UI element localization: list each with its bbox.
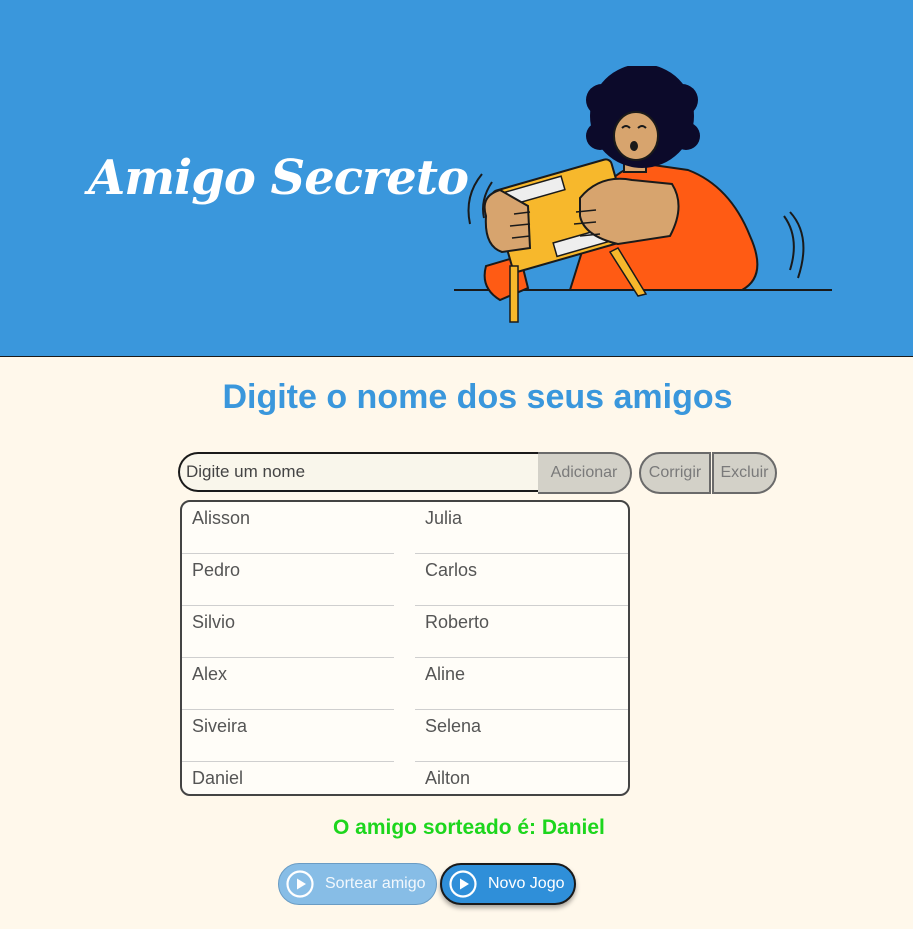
friends-list: Alisson Julia Pedro Carlos Silvio Robert…: [180, 500, 630, 796]
play-circle-icon: [449, 870, 477, 898]
friend-item[interactable]: Julia: [415, 502, 628, 554]
friend-item[interactable]: Silvio: [182, 606, 394, 658]
friend-item[interactable]: Siveira: [182, 710, 394, 762]
friend-item[interactable]: Selena: [415, 710, 628, 762]
friend-item[interactable]: Aline: [415, 658, 628, 710]
draw-result: O amigo sorteado é: Daniel: [333, 816, 605, 839]
fix-button[interactable]: Corrigir: [639, 452, 711, 494]
friend-item[interactable]: Alisson: [182, 502, 394, 554]
draw-friend-label: Sortear amigo: [325, 875, 426, 892]
friend-item[interactable]: Alex: [182, 658, 394, 710]
app-title: Amigo Secreto: [88, 150, 469, 206]
friend-item[interactable]: Daniel: [182, 762, 394, 794]
new-game-label: Novo Jogo: [488, 875, 565, 892]
name-input[interactable]: [178, 452, 538, 492]
play-circle-icon: [286, 870, 314, 898]
page-subtitle: Digite o nome dos seus amigos: [222, 378, 733, 416]
friend-item[interactable]: Ailton: [415, 762, 627, 794]
new-game-button[interactable]: Novo Jogo: [440, 863, 576, 905]
person-with-gift-illustration: [454, 66, 832, 323]
header-banner: Amigo Secreto: [0, 0, 913, 357]
add-button[interactable]: Adicionar: [538, 452, 632, 494]
draw-friend-button[interactable]: Sortear amigo: [278, 863, 437, 905]
delete-button[interactable]: Excluir: [712, 452, 777, 494]
friend-item[interactable]: Pedro: [182, 554, 394, 606]
friend-item[interactable]: Roberto: [415, 606, 628, 658]
friend-item[interactable]: Carlos: [415, 554, 628, 606]
